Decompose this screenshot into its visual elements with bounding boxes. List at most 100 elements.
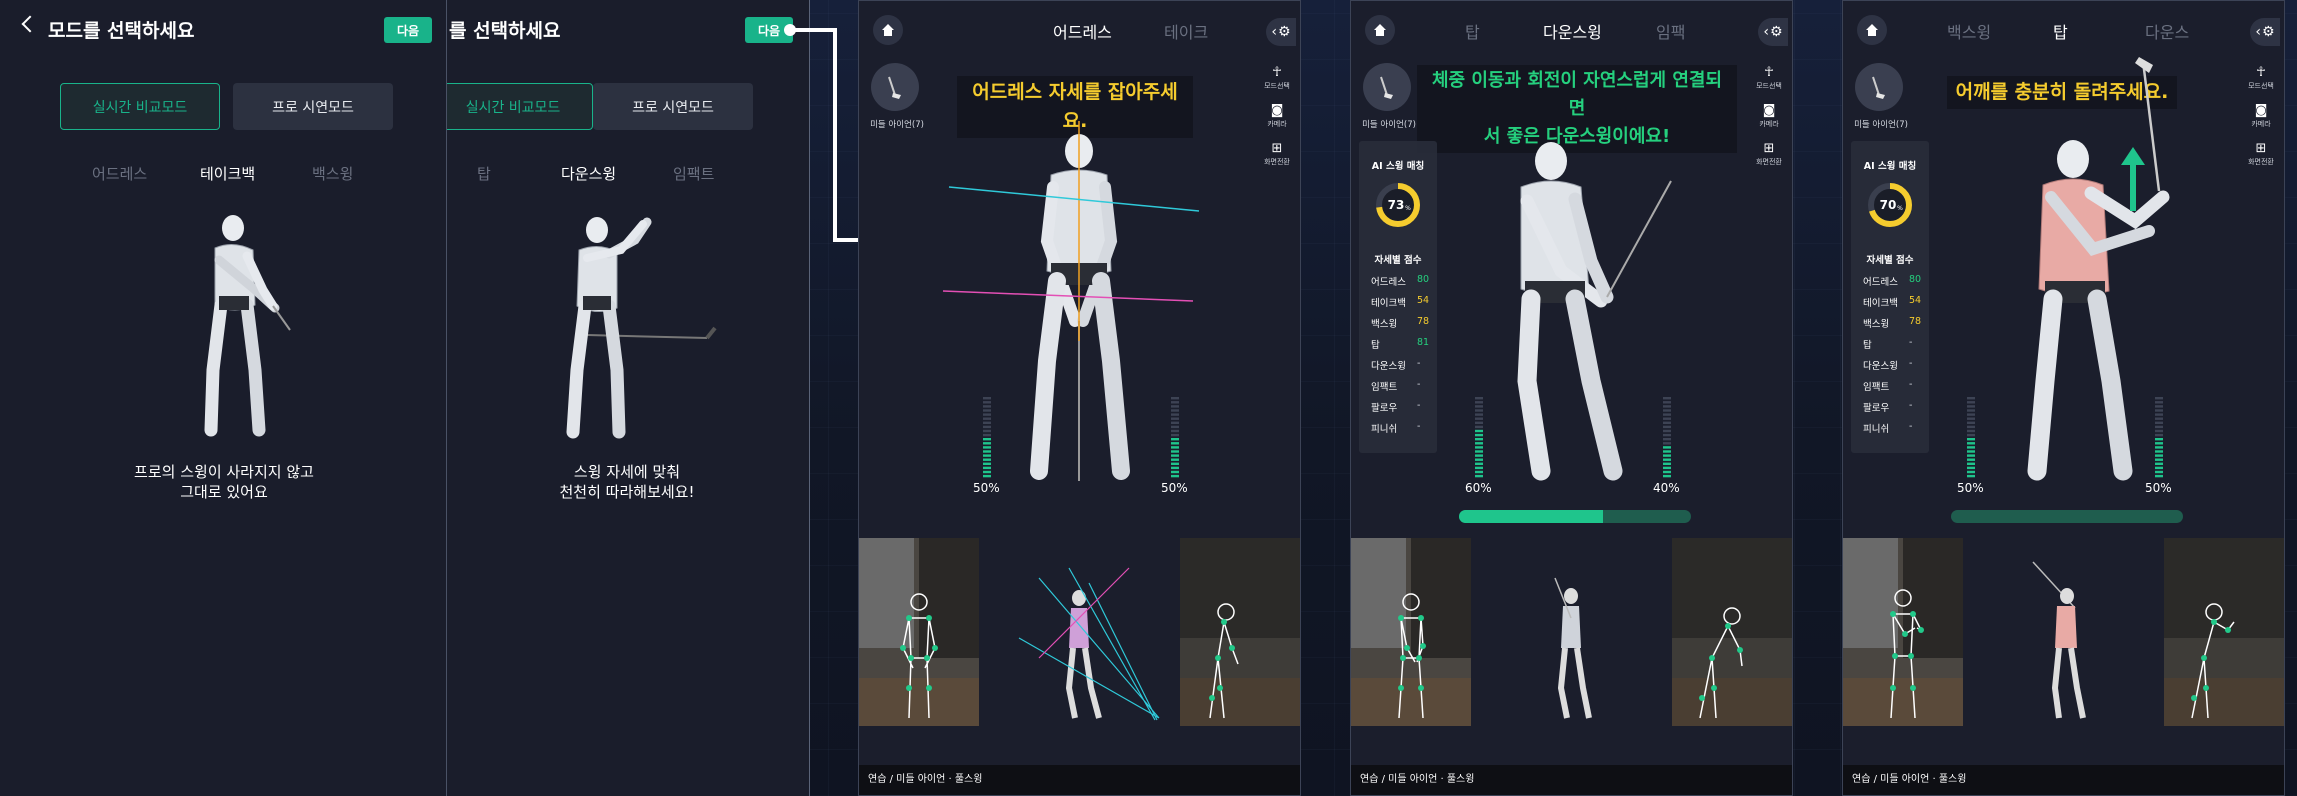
club-select-button[interactable] [871,63,919,111]
screen-switch-icon: ⊞ [1763,140,1775,156]
score-row: 팔로우 - [1863,400,1923,414]
chevron-left-icon: ‹ [2255,24,2262,40]
meter-segment [1171,425,1179,429]
home-button[interactable] [873,15,903,45]
ai-match-ring: 73 % [1376,183,1420,227]
step-tab-backswing[interactable]: 백스윙 [1947,19,1991,43]
next-button[interactable]: 다음 [384,17,432,43]
meter-segment [1475,409,1483,412]
club-select-button[interactable] [1855,63,1903,111]
step-tab-impact[interactable]: 임팩트 [673,163,714,184]
ai-score-panel: AI 스윙 매칭 73 % 자세별 점수 어드레스 80 테이크백 54 백스윙 78 탑 8… [1359,141,1437,453]
robot-top-figure [2027,57,2170,481]
score-value: 54 [1909,295,1922,306]
meter-segment [983,474,991,478]
step-tab-address[interactable]: 어드레스 [1053,19,1112,43]
camera-tool[interactable]: ◙ 카메라 [1752,101,1786,139]
settings-button[interactable]: ‹ ⚙ [1758,18,1788,46]
meter-segment [1475,470,1483,474]
home-icon [1374,24,1386,36]
pose-skeleton-side [2164,538,2284,726]
ai-match-title: AI 스윙 매칭 [1371,161,1425,172]
meter-segment [1967,446,1975,449]
back-arrow-icon[interactable] [21,15,39,33]
pose-skeleton-front [859,538,979,726]
club-label: 미들 아이언(7) [870,120,924,130]
pro-demo-mode-button[interactable]: 프로 시연모드 [593,83,753,130]
pro-demo-mode-button[interactable]: 프로 시연모드 [233,83,393,130]
meter-segment [1967,466,1975,470]
score-label: 임팩트 [1371,382,1398,393]
meter-segment [983,405,991,408]
meter-segment [1171,405,1179,408]
home-button[interactable] [1365,15,1395,45]
score-label: 탑 [1863,340,1872,351]
step-tab-takeback[interactable]: 테이크백 [200,163,255,184]
meter-segment [1475,429,1483,433]
screen-switch-tool[interactable]: ⊞ 화면전환 [2244,139,2278,177]
realtime-compare-mode-button[interactable]: 실시간 비교모드 [447,83,593,130]
practice-screen-downswing: 탑 다운스윙 임팩 ‹ ⚙ 미들 아이언(7) ☥ 모드선택 ◙ 카메라 ⊞ 화면전환 … [1350,0,1793,796]
step-tab-downswing[interactable]: 다운스윙 [1543,19,1602,43]
score-label: 다운스윙 [1371,361,1406,372]
screen-switch-tool[interactable]: ⊞ 화면전환 [1752,139,1786,177]
realtime-compare-mode-button[interactable]: 실시간 비교모드 [60,83,220,130]
gear-icon: ⚙ [2262,24,2275,40]
home-button[interactable] [1857,15,1887,45]
meter-segment [983,417,991,420]
robot-top-figure [566,217,717,439]
camera-feed-side [1672,538,1792,726]
chevron-left-icon: ‹ [1271,24,1278,40]
mode-select-tool[interactable]: ☥ 모드선택 [2244,63,2278,101]
meter-segment [983,421,991,424]
meter-segment [1663,409,1671,412]
left-weight-meter [1475,397,1483,478]
meter-segment [1475,442,1483,445]
camera-icon: ◙ [1762,102,1776,118]
meter-segment [1475,466,1483,470]
step-tab-backswing[interactable]: 백스윙 [312,163,353,184]
meter-segment [1171,421,1179,424]
club-select-button[interactable] [1363,63,1411,111]
swing-plane-view [1471,538,1674,726]
meter-segment [983,470,991,474]
mode-select-tool[interactable]: ☥ 모드선택 [1260,63,1294,101]
step-tab-address[interactable]: 어드레스 [92,163,147,184]
camera-tool[interactable]: ◙ 카메라 [1260,101,1294,139]
ai-match-title: AI 스윙 매칭 [1863,161,1917,172]
score-row: 임팩트 - [1371,379,1431,393]
step-tab-takeback[interactable]: 테이크 [1164,19,1208,43]
step-tab-downswing[interactable]: 다운스윙 [561,163,616,184]
meter-segment [1475,421,1483,424]
score-label: 테이크백 [1371,298,1406,309]
settings-button[interactable]: ‹ ⚙ [2250,18,2280,46]
meter-segment [2155,438,2163,441]
top-bar: 어드레스 테이크 ‹ ⚙ [859,1,1300,59]
step-tab-impact[interactable]: 임팩 [1656,19,1685,43]
mode-select-tool[interactable]: ☥ 모드선택 [1752,63,1786,101]
meter-segment [1475,405,1483,408]
meter-segment [1967,458,1975,461]
score-value: 80 [1417,274,1430,285]
tool-column: ☥ 모드선택 ◙ 카메라 ⊞ 화면전환 [1752,63,1786,177]
page-title: 를 선택하세요 [449,20,561,42]
next-button[interactable]: 다음 [745,17,793,43]
screen-switch-tool[interactable]: ⊞ 화면전환 [1260,139,1294,177]
step-tab-top[interactable]: 탑 [477,163,491,184]
step-tab-top[interactable]: 탑 [2053,19,2068,43]
score-value: - [1909,400,1913,411]
step-tab-top[interactable]: 탑 [1465,19,1480,43]
meter-segment [1171,429,1179,433]
meter-segment [1475,433,1483,437]
settings-button[interactable]: ‹ ⚙ [1266,18,1296,46]
meter-segment [2155,458,2163,461]
step-tab-downswing[interactable]: 다운스 [2145,19,2189,43]
meter-segment [983,429,991,433]
meter-segment [983,450,991,453]
score-row: 다운스윙 - [1863,358,1923,372]
posture-score-title: 자세별 점수 [1374,255,1422,266]
top-bar: 탑 다운스윙 임팩 ‹ ⚙ [1351,1,1792,59]
meter-segment [2155,462,2163,465]
camera-tool[interactable]: ◙ 카메라 [2244,101,2278,139]
meter-segment [1663,442,1671,445]
